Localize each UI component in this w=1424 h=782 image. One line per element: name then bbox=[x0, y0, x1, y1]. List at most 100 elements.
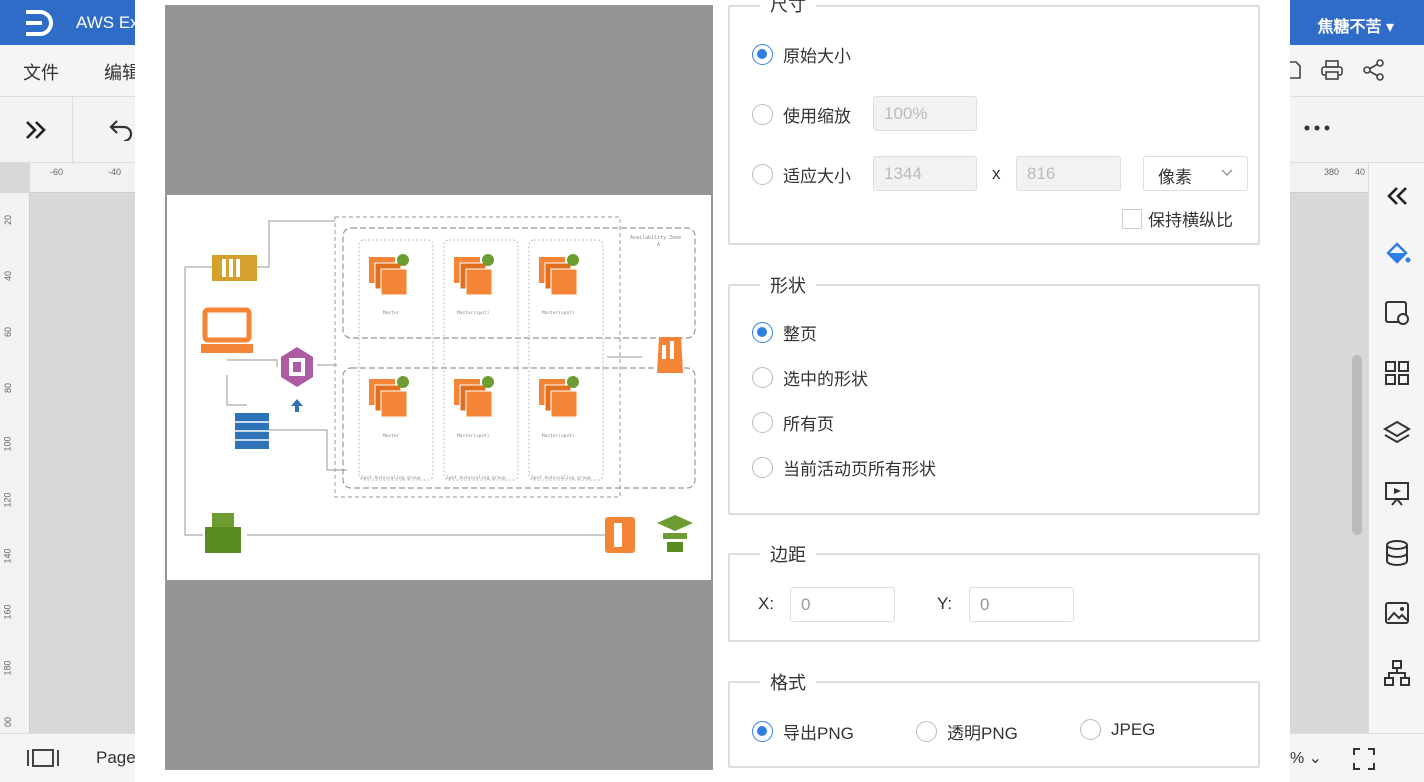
radio-button[interactable] bbox=[752, 367, 773, 388]
shapes-grid-icon[interactable] bbox=[1382, 358, 1412, 388]
fill-bucket-icon[interactable] bbox=[1382, 238, 1412, 268]
format-legend: 格式 bbox=[760, 669, 816, 695]
radio-button[interactable] bbox=[752, 412, 773, 433]
ruler-tick: 80 bbox=[3, 382, 14, 394]
radio-button[interactable] bbox=[1080, 719, 1101, 740]
radio-all-pages[interactable]: 所有页 bbox=[752, 410, 834, 435]
radio-original-size[interactable]: 原始大小 bbox=[752, 42, 851, 67]
shape-section: 形状 整页 选中的形状 所有页 当前活动页所有形状 bbox=[728, 272, 1260, 515]
radio-export-png[interactable]: 导出PNG bbox=[752, 719, 854, 744]
radio-button[interactable] bbox=[752, 457, 773, 478]
radio-label: 当前活动页所有形状 bbox=[783, 460, 936, 479]
zoom-suffix: % bbox=[1290, 750, 1305, 767]
ruler-tick: 120 bbox=[2, 492, 13, 508]
ruler-tick: 20 bbox=[3, 214, 14, 226]
radio-jpeg[interactable]: JPEG bbox=[1080, 719, 1155, 740]
org-chart-icon[interactable] bbox=[1382, 658, 1412, 688]
ruler-tick: 60 bbox=[3, 326, 14, 338]
lambda-icon bbox=[605, 517, 635, 553]
service-hexagon-icon bbox=[281, 347, 313, 387]
margin-x-input[interactable]: 0 bbox=[790, 587, 895, 622]
height-input[interactable]: 816 bbox=[1016, 156, 1121, 191]
node-label: Master(spot) bbox=[542, 310, 575, 316]
fullscreen-icon[interactable] bbox=[1352, 747, 1376, 771]
layers-icon[interactable] bbox=[1382, 418, 1412, 448]
radio-selected-shapes[interactable]: 选中的形状 bbox=[752, 365, 868, 390]
ec2-instance bbox=[368, 253, 410, 296]
page-list-icon[interactable] bbox=[26, 748, 60, 768]
keep-ratio-checkbox[interactable]: 保持横纵比 bbox=[1122, 206, 1233, 231]
ec2-instance bbox=[538, 253, 580, 296]
radio-use-scale[interactable]: 使用缩放 bbox=[752, 102, 851, 127]
sqs-queue-icon bbox=[212, 255, 257, 281]
radio-button[interactable] bbox=[752, 164, 773, 185]
checkbox-label: 保持横纵比 bbox=[1148, 211, 1233, 230]
expand-panel-icon[interactable] bbox=[24, 119, 48, 141]
database-icon[interactable] bbox=[1382, 538, 1412, 568]
arrow-up-icon bbox=[291, 399, 303, 412]
node-label: Master(spot) bbox=[457, 433, 490, 439]
az-number: A bbox=[657, 242, 660, 248]
radio-transparent-png[interactable]: 透明PNG bbox=[916, 719, 1018, 744]
ruler-tick: 00 bbox=[3, 716, 14, 728]
unit-value: 像素 bbox=[1158, 168, 1192, 187]
aws-diagram: Availability Zone A Master Master(spot) bbox=[184, 216, 696, 553]
cloudwatch-icon bbox=[205, 513, 241, 553]
page-settings-icon[interactable] bbox=[1382, 298, 1412, 328]
radio-label: 使用缩放 bbox=[783, 107, 851, 126]
radio-button-checked[interactable] bbox=[752, 322, 773, 343]
page-label[interactable]: Page bbox=[96, 748, 136, 768]
app-title: AWS Ex bbox=[76, 13, 139, 32]
ruler-tick: -40 bbox=[108, 167, 122, 177]
user-menu[interactable]: 焦糖不苦 ▾ bbox=[1318, 13, 1395, 37]
radio-label: 选中的形状 bbox=[783, 370, 868, 389]
unit-select[interactable]: 像素 bbox=[1143, 156, 1248, 191]
size-section: 尺寸 原始大小 使用缩放 100% 适应大小 1344 x 816 像素 保持横… bbox=[728, 0, 1260, 245]
zoom-selector[interactable]: % ⌄ bbox=[1290, 748, 1322, 768]
storage-stack-icon bbox=[657, 515, 693, 552]
user-name: 焦糖不苦 bbox=[1317, 19, 1382, 36]
radio-label: 整页 bbox=[783, 325, 817, 344]
print-icon[interactable] bbox=[1320, 59, 1344, 81]
collapse-panel-icon[interactable] bbox=[1382, 181, 1412, 211]
ruler-left: 20 40 60 80 100 120 140 160 180 00 bbox=[0, 193, 30, 733]
ec2-instance bbox=[453, 375, 495, 418]
size-separator: x bbox=[992, 164, 1001, 183]
toolbar-divider bbox=[72, 97, 73, 163]
radio-active-page-shapes[interactable]: 当前活动页所有形状 bbox=[752, 455, 936, 480]
client-computer-icon bbox=[201, 307, 253, 353]
width-input[interactable]: 1344 bbox=[873, 156, 977, 191]
export-preview: Availability Zone A Master Master(spot) bbox=[165, 5, 713, 770]
ruler-tick: 160 bbox=[2, 604, 13, 620]
radio-fit-size[interactable]: 适应大小 bbox=[752, 162, 851, 187]
radio-whole-page[interactable]: 整页 bbox=[752, 320, 817, 345]
group-label: Spot Autoscaling group bbox=[446, 475, 506, 481]
ruler-tick: 180 bbox=[2, 660, 13, 676]
vertical-scrollbar[interactable] bbox=[1352, 355, 1362, 535]
radio-button-checked[interactable] bbox=[752, 44, 773, 65]
az-label: Availability Zone bbox=[630, 235, 681, 241]
radio-button[interactable] bbox=[752, 104, 773, 125]
more-icon[interactable] bbox=[1304, 125, 1330, 131]
node-label: Master(spot) bbox=[542, 433, 575, 439]
ec2-instance bbox=[453, 253, 495, 296]
format-section: 格式 导出PNG 透明PNG JPEG bbox=[728, 669, 1260, 768]
menu-file[interactable]: 文件 bbox=[23, 59, 59, 85]
radio-button-checked[interactable] bbox=[752, 721, 773, 742]
size-legend: 尺寸 bbox=[760, 0, 816, 17]
share-icon[interactable] bbox=[1362, 59, 1386, 81]
margin-y-label: Y: bbox=[937, 594, 953, 613]
margin-y-input[interactable]: 0 bbox=[969, 587, 1074, 622]
right-sidebar bbox=[1368, 163, 1424, 733]
checkbox[interactable] bbox=[1122, 208, 1142, 229]
presentation-icon[interactable] bbox=[1382, 478, 1412, 508]
radio-button[interactable] bbox=[916, 721, 937, 742]
ec2-instance bbox=[368, 375, 410, 418]
group-label: Spot Autoscaling group bbox=[361, 475, 421, 481]
radio-label: 原始大小 bbox=[783, 47, 851, 66]
undo-icon[interactable] bbox=[108, 117, 134, 141]
scale-input[interactable]: 100% bbox=[873, 96, 977, 131]
radio-label: 导出PNG bbox=[783, 724, 854, 743]
shape-legend: 形状 bbox=[760, 272, 816, 298]
image-icon[interactable] bbox=[1382, 598, 1412, 628]
